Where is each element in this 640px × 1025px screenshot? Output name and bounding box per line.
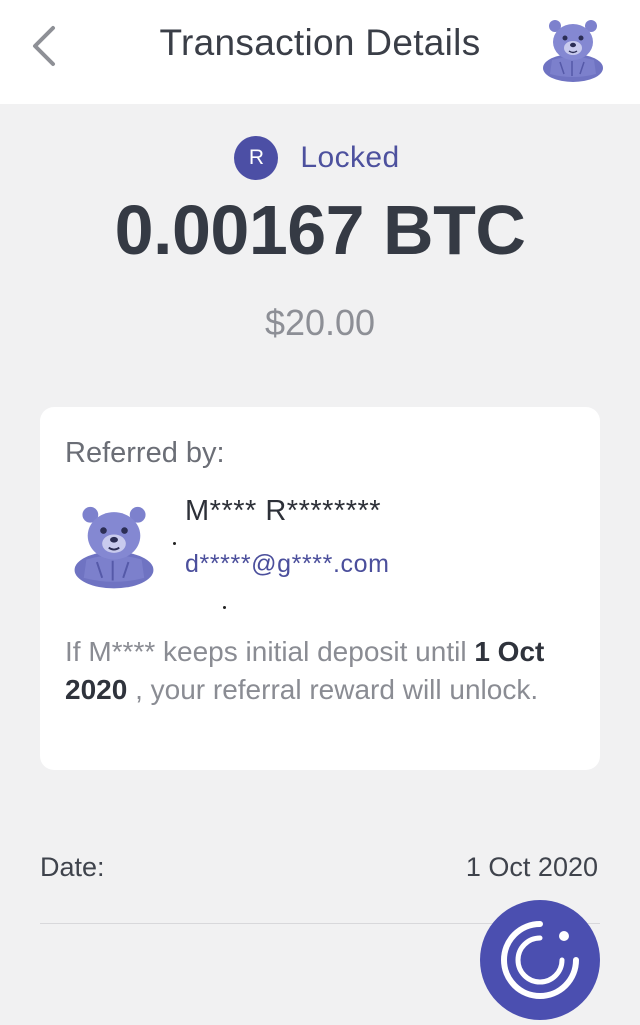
amount-btc: 0.00167 BTC bbox=[114, 191, 526, 269]
date-label: Date: bbox=[40, 852, 105, 882]
referrer-name: M**** R******** bbox=[185, 495, 382, 527]
date-value: 1 Oct 2020 bbox=[465, 852, 598, 882]
status-label: Locked bbox=[300, 141, 400, 174]
referral-badge: R bbox=[234, 136, 279, 180]
support-chat-button[interactable] bbox=[480, 900, 600, 1020]
referral-card: Referred by: M**** R******** d*****@g***… bbox=[40, 407, 600, 770]
note-text: If M**** keeps initial deposit until bbox=[65, 636, 475, 667]
amount-usd: $20.00 bbox=[264, 302, 376, 343]
transaction-status: R Locked bbox=[0, 136, 640, 180]
profile-avatar-button[interactable] bbox=[538, 14, 608, 84]
support-chat-icon bbox=[501, 921, 579, 999]
bear-avatar-icon bbox=[74, 506, 154, 589]
referrer-avatar bbox=[68, 499, 160, 591]
app-header: Transaction Details bbox=[0, 0, 640, 104]
note-text: , your referral reward will unlock. bbox=[127, 674, 539, 705]
referrer-email: d*****@g****.com bbox=[185, 550, 390, 578]
bear-avatar-icon bbox=[543, 20, 603, 82]
referral-reward-note: If M**** keeps initial deposit until 1 O… bbox=[65, 633, 575, 709]
stray-dot bbox=[173, 542, 176, 545]
referred-by-label: Referred by: bbox=[65, 437, 225, 469]
stray-dot bbox=[223, 606, 226, 609]
